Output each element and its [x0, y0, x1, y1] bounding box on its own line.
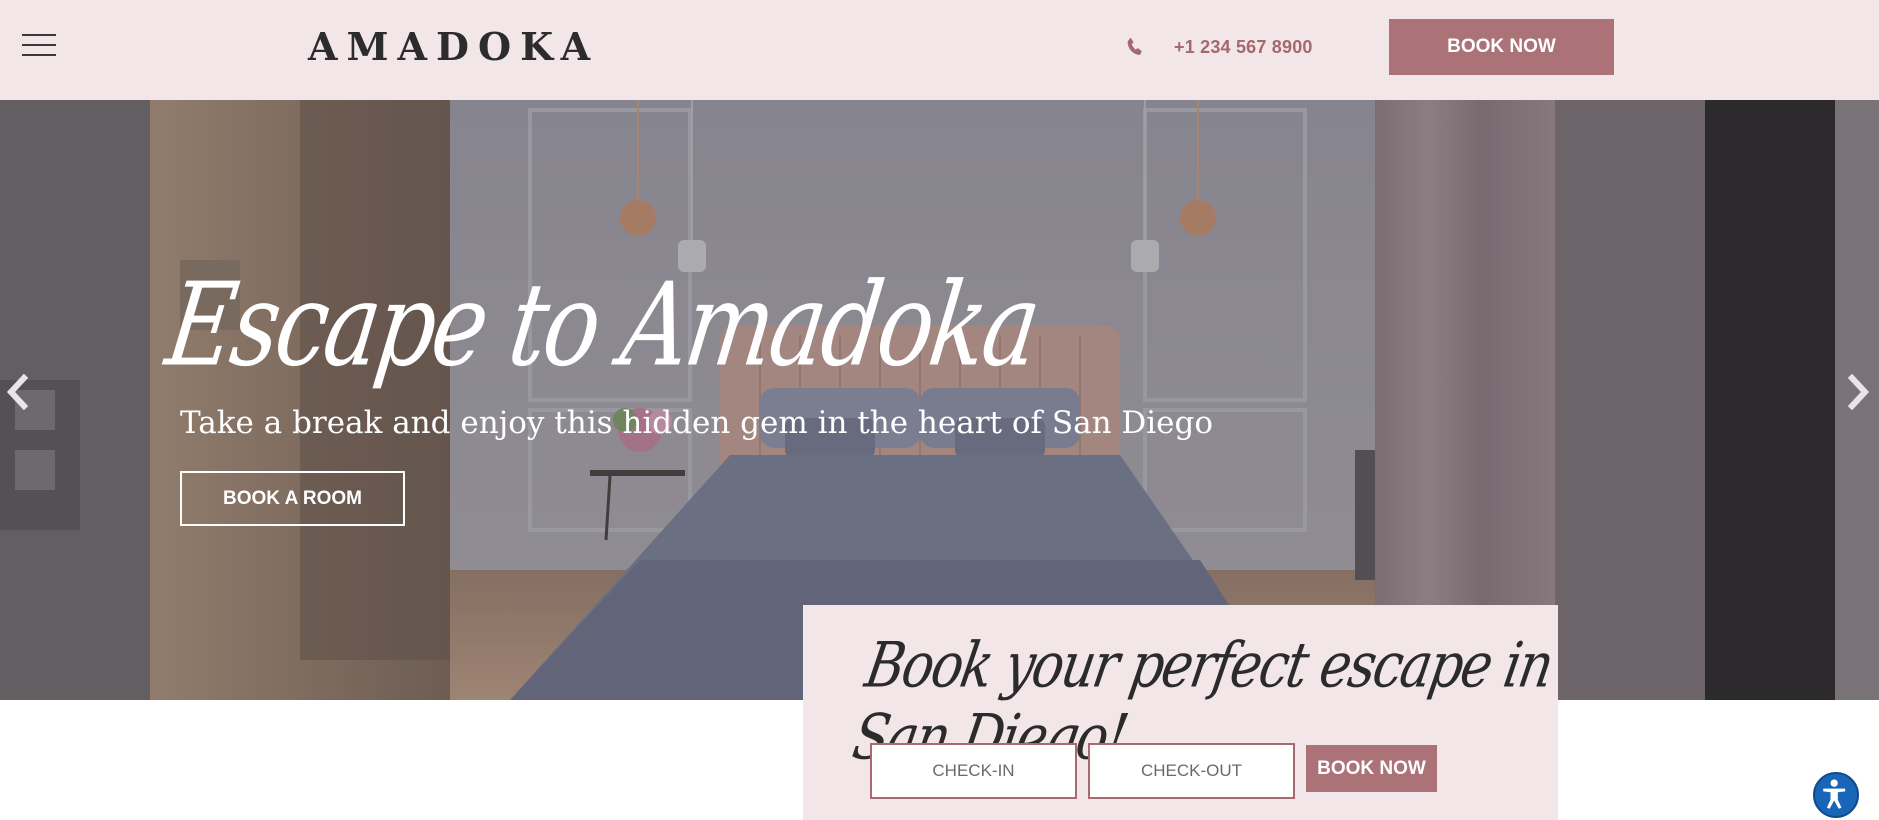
accessibility-icon [1823, 779, 1846, 809]
menu-icon[interactable] [22, 34, 56, 56]
booking-book-now-button[interactable]: BOOK NOW [1306, 745, 1437, 792]
hero-subtitle: Take a break and enjoy this hidden gem i… [180, 405, 1214, 441]
book-now-button[interactable]: BOOK NOW [1389, 19, 1614, 75]
chevron-right-icon[interactable] [1846, 372, 1872, 412]
phone-link[interactable]: +1 234 567 8900 [1124, 32, 1313, 62]
phone-icon [1127, 38, 1142, 55]
accessibility-button[interactable] [1813, 772, 1859, 818]
brand-logo[interactable]: AMADOKA [308, 24, 599, 69]
site-header: AMADOKA +1 234 567 8900 BOOK NOW [0, 0, 1879, 100]
chevron-left-icon[interactable] [4, 372, 30, 412]
hero-title: Escape to Amadoka [159, 258, 1046, 392]
check-out-field[interactable]: CHECK-OUT [1088, 743, 1295, 799]
phone-number: +1 234 567 8900 [1174, 36, 1313, 57]
book-a-room-button[interactable]: BOOK A ROOM [180, 471, 405, 526]
check-in-field[interactable]: CHECK-IN [870, 743, 1077, 799]
booking-panel: Book your perfect escape in San Diego! C… [803, 605, 1558, 820]
